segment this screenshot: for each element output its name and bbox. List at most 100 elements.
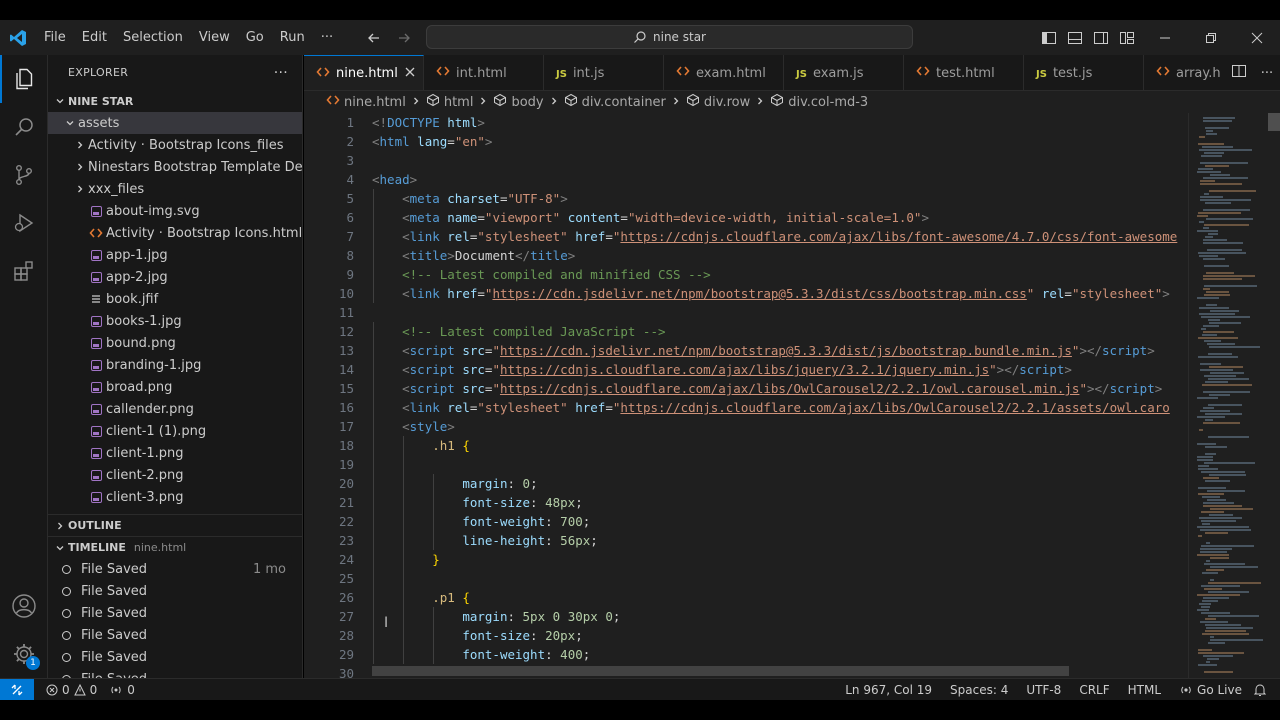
timeline-list: File Saved 1 mo File Saved File Saved File S…	[48, 558, 302, 678]
tab-test-js[interactable]: JS test.js	[1024, 55, 1144, 90]
tree-file[interactable]: client-1.png	[48, 442, 302, 464]
tree-file[interactable]: books-1.jpg	[48, 310, 302, 332]
tree-file[interactable]: app-2.jpg	[48, 266, 302, 288]
code-token[interactable]: https://cdnjs.cloudflare.com/ajax/libs/O…	[620, 400, 1169, 415]
language-mode[interactable]: HTML	[1122, 683, 1167, 697]
timeline-entry[interactable]: File Saved	[48, 624, 302, 646]
manage-gear-icon[interactable]: 1	[0, 630, 48, 678]
minimap-line	[1201, 316, 1250, 318]
menu-item-go[interactable]: Go	[238, 20, 272, 55]
notifications-bell-icon[interactable]	[1248, 683, 1272, 697]
minimize-icon[interactable]	[1142, 20, 1188, 55]
file-encoding[interactable]: UTF-8	[1020, 683, 1067, 697]
end-of-line[interactable]: CRLF	[1073, 683, 1115, 697]
workspace-section-header[interactable]: NINE STAR	[48, 90, 302, 112]
problems-indicator[interactable]: 0 0	[40, 683, 103, 697]
minimap[interactable]	[1188, 113, 1280, 678]
timeline-entry[interactable]: File Saved	[48, 646, 302, 668]
minimap-line	[1197, 594, 1240, 596]
menu-item-edit[interactable]: Edit	[74, 20, 115, 55]
breadcrumb-item[interactable]: div.col-md-3	[770, 93, 868, 111]
horizontal-scrollbar[interactable]	[372, 666, 1069, 676]
customize-layout-icon[interactable]	[1118, 29, 1136, 47]
menu-item-view[interactable]: View	[191, 20, 238, 55]
restore-icon[interactable]	[1188, 20, 1234, 55]
remote-indicator-icon[interactable]	[0, 678, 34, 701]
tab-int-html[interactable]: int.html	[424, 55, 544, 90]
forward-arrow-icon[interactable]	[393, 27, 415, 49]
minimap-line	[1203, 242, 1243, 244]
accounts-icon[interactable]	[0, 582, 48, 630]
tree-file[interactable]: callender.png	[48, 398, 302, 420]
minimap-line	[1210, 174, 1230, 176]
timeline-entry[interactable]: File Saved	[48, 602, 302, 624]
tree-file[interactable]: client-3.png	[48, 486, 302, 508]
tab-exam-js[interactable]: JS exam.js	[784, 55, 904, 90]
tree-item-label: callender.png	[106, 401, 194, 417]
code-token[interactable]: https://cdn.jsdelivr.net/npm/bootstrap@5…	[500, 343, 1072, 358]
tab-int-js[interactable]: JS int.js	[544, 55, 664, 90]
breadcrumb-item[interactable]: body	[493, 93, 544, 111]
tree-file[interactable]: about-img.svg	[48, 200, 302, 222]
minimap-scroll-thumb[interactable]	[1268, 113, 1280, 131]
tree-file[interactable]: branding-1.jpg	[48, 354, 302, 376]
code-editor[interactable]: 1 2 3 4 5 6 7 8 9 10 11 12 13 14 15 16 17 18 19 20 21 22 23 24 2…	[304, 113, 1280, 678]
toggle-panel-icon[interactable]	[1066, 29, 1084, 47]
tree-file[interactable]: Activity · Bootstrap Icons.html	[48, 222, 302, 244]
tree-folder[interactable]: xxx_files	[48, 178, 302, 200]
timeline-entry[interactable]: File Saved 1 mo	[48, 558, 302, 580]
more-actions-icon[interactable]: ···	[1261, 66, 1273, 81]
breadcrumb-item[interactable]: html	[426, 93, 473, 111]
menu-more-icon[interactable]: ···	[313, 20, 341, 55]
timeline-entry[interactable]: File Saved	[48, 580, 302, 602]
breadcrumb-item[interactable]: div.row	[686, 93, 750, 111]
line-number: 11	[338, 305, 354, 320]
menu-item-selection[interactable]: Selection	[115, 20, 191, 55]
source-control-icon[interactable]	[0, 151, 48, 199]
close-icon[interactable]	[1234, 20, 1280, 55]
code-area[interactable]: <!DOCTYPE html> <html lang="en"> <head> <m…	[372, 113, 1187, 678]
run-and-debug-icon[interactable]	[0, 199, 48, 247]
breadcrumb-item[interactable]: div.container	[564, 93, 666, 111]
toggle-primary-sidebar-icon[interactable]	[1040, 29, 1058, 47]
code-token[interactable]: https://cdnjs.cloudflare.com/ajax/libs/j…	[500, 362, 989, 377]
extensions-icon[interactable]	[0, 247, 48, 295]
tab-nine-html[interactable]: nine.html	[304, 55, 424, 90]
close-tab-icon[interactable]	[405, 66, 415, 81]
tree-file[interactable]: client-1 (1).png	[48, 420, 302, 442]
tree-file[interactable]: app-1.jpg	[48, 244, 302, 266]
code-token[interactable]: https://cdnjs.cloudflare.com/ajax/libs/f…	[620, 229, 1177, 244]
tree-folder[interactable]: Ninestars Bootstrap Template Dem...	[48, 156, 302, 178]
tab-test-html[interactable]: test.html	[904, 55, 1024, 90]
outline-section-header[interactable]: OUTLINE	[48, 514, 302, 536]
folder-assets[interactable]: assets	[48, 112, 302, 134]
back-arrow-icon[interactable]	[363, 27, 385, 49]
tree-file[interactable]: bound.png	[48, 332, 302, 354]
menu-item-run[interactable]: Run	[272, 20, 313, 55]
indentation[interactable]: Spaces: 4	[944, 683, 1014, 697]
code-line: <meta name="viewport" content="width=dev…	[372, 208, 1187, 227]
command-center-search[interactable]: nine star	[426, 25, 913, 49]
code-token[interactable]: https://cdnjs.cloudflare.com/ajax/libs/O…	[500, 381, 1079, 396]
tree-file[interactable]: broad.png	[48, 376, 302, 398]
cursor-position[interactable]: Ln 967, Col 19	[839, 683, 938, 697]
minimap-line	[1204, 563, 1245, 565]
ports-indicator[interactable]: 0	[103, 683, 141, 697]
go-live-button[interactable]: Go Live	[1173, 683, 1248, 697]
tree-file[interactable]: book.jfif	[48, 288, 302, 310]
search-view-icon[interactable]	[0, 103, 48, 151]
toggle-secondary-sidebar-icon[interactable]	[1092, 29, 1110, 47]
more-actions-icon[interactable]: ···	[274, 65, 288, 81]
breadcrumb-item[interactable]: nine.html	[326, 94, 406, 110]
tab-exam-html[interactable]: exam.html	[664, 55, 784, 90]
timeline-entry[interactable]: File Saved	[48, 668, 302, 678]
split-editor-icon[interactable]	[1231, 63, 1247, 83]
explorer-icon[interactable]	[0, 55, 48, 103]
line-number: 12	[338, 324, 354, 339]
code-token[interactable]: https://cdn.jsdelivr.net/npm/bootstrap@5…	[492, 286, 1026, 301]
menu-item-file[interactable]: File	[36, 20, 74, 55]
tree-folder[interactable]: Activity · Bootstrap Icons_files	[48, 134, 302, 156]
tree-file[interactable]: client-2.png	[48, 464, 302, 486]
timeline-section-header[interactable]: TIMELINE nine.html	[48, 536, 302, 558]
code-token: src	[462, 362, 485, 377]
